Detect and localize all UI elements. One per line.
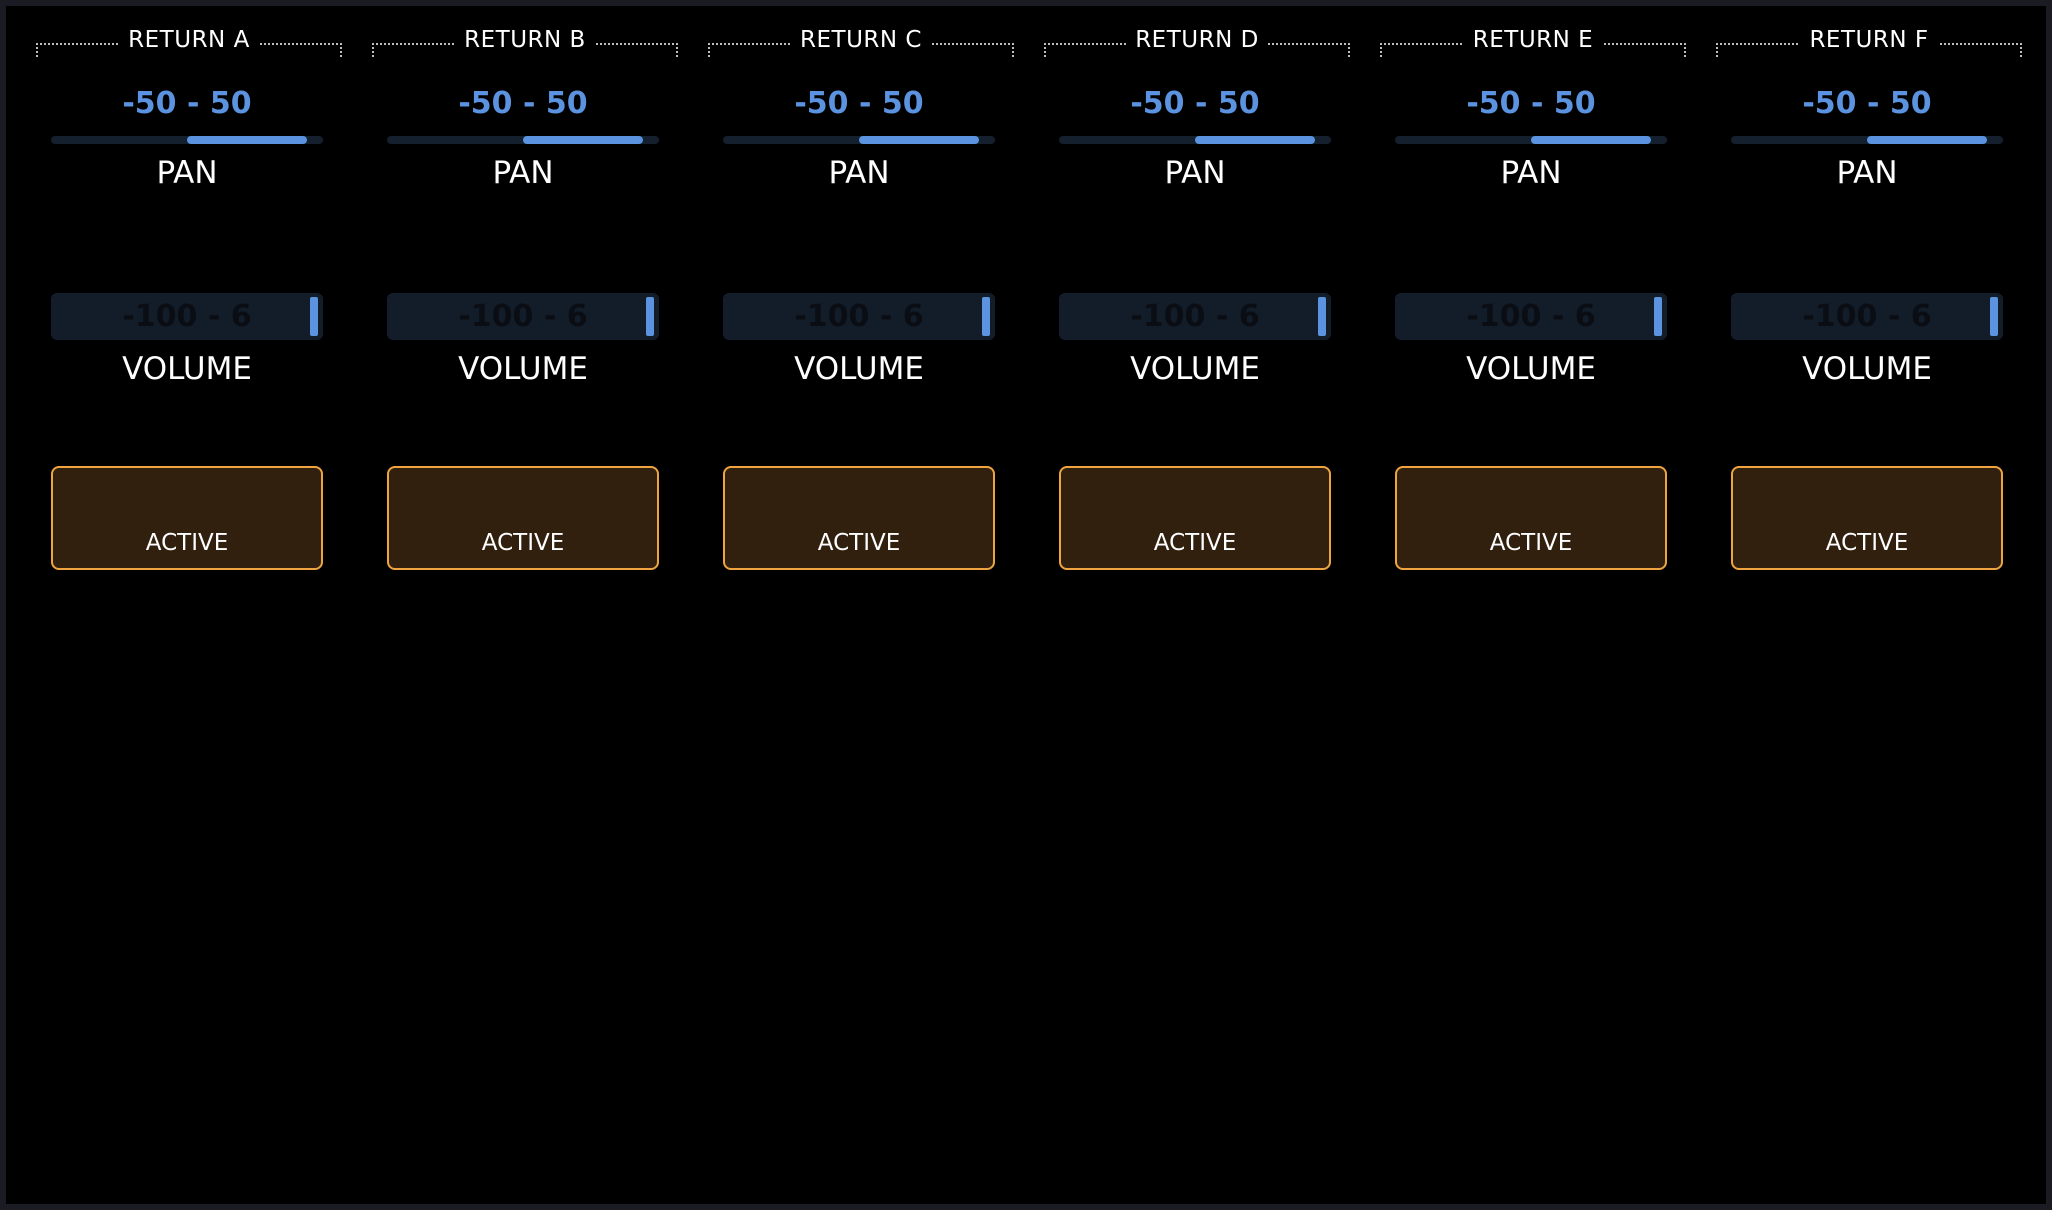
volume-slider[interactable]: -100 - 6 <box>387 293 659 340</box>
active-button[interactable]: ACTIVE <box>1731 466 2003 570</box>
pan-slider-fill <box>859 136 979 144</box>
return-strip-e: RETURN E -50 - 50 PAN -100 - 6 VOLUME AC… <box>1380 6 1716 606</box>
volume-range-text: -100 - 6 <box>458 299 588 334</box>
pan-slider[interactable] <box>1059 136 1331 144</box>
group-header: RETURN E <box>1380 22 1686 58</box>
volume-slider-handle[interactable] <box>1318 297 1326 336</box>
volume-range-text: -100 - 6 <box>1130 299 1260 334</box>
volume-label: VOLUME <box>794 351 924 387</box>
volume-slider[interactable]: -100 - 6 <box>1059 293 1331 340</box>
pan-range-text: -50 - 50 <box>1466 86 1596 121</box>
pan-label: PAN <box>156 155 218 191</box>
group-header: RETURN F <box>1716 22 2022 58</box>
pan-range-text: -50 - 50 <box>1802 86 1932 121</box>
volume-slider-handle[interactable] <box>646 297 654 336</box>
pan-range-text: -50 - 50 <box>458 86 588 121</box>
strip-title: RETURN C <box>800 27 922 53</box>
active-button[interactable]: ACTIVE <box>723 466 995 570</box>
pan-slider-fill <box>1531 136 1651 144</box>
pan-slider-fill <box>1867 136 1987 144</box>
volume-slider-handle[interactable] <box>1654 297 1662 336</box>
pan-range-text: -50 - 50 <box>1130 86 1260 121</box>
pan-slider[interactable] <box>723 136 995 144</box>
volume-range-text: -100 - 6 <box>122 299 252 334</box>
active-button-label: ACTIVE <box>1825 530 1909 556</box>
pan-slider-fill <box>187 136 307 144</box>
volume-slider[interactable]: -100 - 6 <box>51 293 323 340</box>
volume-slider-handle[interactable] <box>1990 297 1998 336</box>
strip-title: RETURN E <box>1472 27 1594 53</box>
active-button-label: ACTIVE <box>1489 530 1573 556</box>
volume-slider-handle[interactable] <box>310 297 318 336</box>
volume-label: VOLUME <box>1130 351 1260 387</box>
pan-slider[interactable] <box>1395 136 1667 144</box>
strip-title: RETURN F <box>1809 27 1929 53</box>
pan-label: PAN <box>1500 155 1562 191</box>
active-button[interactable]: ACTIVE <box>387 466 659 570</box>
volume-range-text: -100 - 6 <box>1466 299 1596 334</box>
return-strip-c: RETURN C -50 - 50 PAN -100 - 6 VOLUME AC… <box>708 6 1044 606</box>
active-button-label: ACTIVE <box>481 530 565 556</box>
group-header: RETURN C <box>708 22 1014 58</box>
volume-label: VOLUME <box>1466 351 1596 387</box>
active-button[interactable]: ACTIVE <box>1059 466 1331 570</box>
pan-slider[interactable] <box>1731 136 2003 144</box>
group-header: RETURN B <box>372 22 678 58</box>
active-button-label: ACTIVE <box>145 530 229 556</box>
return-strip-b: RETURN B -50 - 50 PAN -100 - 6 VOLUME AC… <box>372 6 708 606</box>
pan-range-text: -50 - 50 <box>794 86 924 121</box>
return-strip-d: RETURN D -50 - 50 PAN -100 - 6 VOLUME AC… <box>1044 6 1380 606</box>
pan-range-text: -50 - 50 <box>122 86 252 121</box>
pan-label: PAN <box>1836 155 1898 191</box>
volume-label: VOLUME <box>122 351 252 387</box>
active-button-label: ACTIVE <box>817 530 901 556</box>
group-header: RETURN A <box>36 22 342 58</box>
active-button[interactable]: ACTIVE <box>1395 466 1667 570</box>
return-strip-a: RETURN A -50 - 50 PAN -100 - 6 VOLUME AC… <box>36 6 372 606</box>
pan-label: PAN <box>828 155 890 191</box>
strip-title: RETURN D <box>1135 27 1259 53</box>
strip-title: RETURN B <box>464 27 586 53</box>
volume-label: VOLUME <box>458 351 588 387</box>
volume-range-text: -100 - 6 <box>1802 299 1932 334</box>
volume-label: VOLUME <box>1802 351 1932 387</box>
volume-slider[interactable]: -100 - 6 <box>723 293 995 340</box>
volume-range-text: -100 - 6 <box>794 299 924 334</box>
strip-title: RETURN A <box>128 27 250 53</box>
pan-slider-fill <box>1195 136 1315 144</box>
volume-slider[interactable]: -100 - 6 <box>1731 293 2003 340</box>
mixer-panel: RETURN A -50 - 50 PAN -100 - 6 VOLUME AC… <box>6 6 2046 1204</box>
pan-slider-fill <box>523 136 643 144</box>
pan-slider[interactable] <box>51 136 323 144</box>
pan-label: PAN <box>492 155 554 191</box>
active-button[interactable]: ACTIVE <box>51 466 323 570</box>
return-strip-f: RETURN F -50 - 50 PAN -100 - 6 VOLUME AC… <box>1716 6 2052 606</box>
group-header: RETURN D <box>1044 22 1350 58</box>
volume-slider[interactable]: -100 - 6 <box>1395 293 1667 340</box>
volume-slider-handle[interactable] <box>982 297 990 336</box>
active-button-label: ACTIVE <box>1153 530 1237 556</box>
pan-slider[interactable] <box>387 136 659 144</box>
pan-label: PAN <box>1164 155 1226 191</box>
